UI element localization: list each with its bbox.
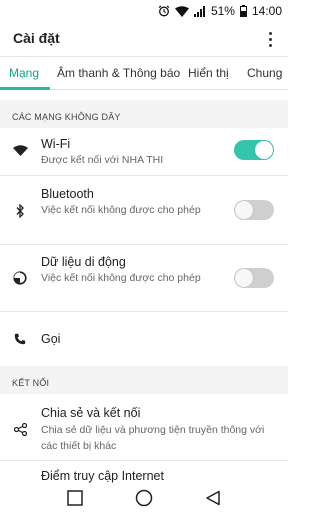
recents-square-icon[interactable] xyxy=(64,487,86,509)
section-header-connect: KẾT NỐI xyxy=(0,366,288,394)
active-tab-indicator xyxy=(0,87,50,90)
bluetooth-label: Bluetooth xyxy=(41,187,94,201)
wifi-status-text: Được kết nối với NHA THI xyxy=(41,154,164,166)
share-connect-label: Chia sẻ và kết nối xyxy=(41,406,141,420)
data-usage-icon xyxy=(12,270,28,286)
back-triangle-icon[interactable] xyxy=(202,487,224,509)
battery-icon xyxy=(239,5,247,17)
tab-general[interactable]: Chung xyxy=(247,66,282,80)
wifi-setting-row[interactable]: Wi-Fi Được kết nối với NHA THI xyxy=(0,128,288,176)
alarm-icon xyxy=(158,5,170,17)
mobile-data-label: Dữ liệu di động xyxy=(41,255,126,269)
mobile-data-setting-row[interactable]: Dữ liệu di động Việc kết nối không được … xyxy=(0,245,288,312)
bluetooth-icon xyxy=(12,203,28,219)
mobile-data-toggle[interactable] xyxy=(234,268,274,288)
share-connect-setting-row[interactable]: Chia sẻ và kết nối Chia sẻ dữ liệu và ph… xyxy=(0,394,288,461)
navigation-bar xyxy=(0,484,288,512)
share-connect-description: Chia sẻ dữ liệu và phương tiện truyền th… xyxy=(41,424,265,452)
tab-bar: Mạng Âm thanh & Thông báo Hiển thị Chung xyxy=(0,56,288,90)
share-icon xyxy=(12,421,28,437)
tab-display[interactable]: Hiển thị xyxy=(188,66,229,80)
page-title: Cài đặt xyxy=(13,30,60,46)
wifi-label: Wi-Fi xyxy=(41,137,71,151)
hotspot-setting-row[interactable]: Điểm truy cập Internet xyxy=(0,461,288,484)
hotspot-label: Điểm truy cập Internet xyxy=(41,469,164,483)
home-circle-icon[interactable] xyxy=(133,487,155,509)
app-bar: Cài đặt xyxy=(0,22,288,56)
signal-icon xyxy=(193,5,206,17)
wifi-icon xyxy=(12,142,28,158)
clock: 14:00 xyxy=(251,4,282,18)
bluetooth-setting-row[interactable]: Bluetooth Việc kết nối không được cho ph… xyxy=(0,176,288,245)
section-header-wireless: CÁC MẠNG KHÔNG DÂY xyxy=(0,100,288,128)
bluetooth-toggle[interactable] xyxy=(234,200,274,220)
phone-icon xyxy=(12,331,28,347)
call-label: Gọi xyxy=(41,332,61,346)
wifi-toggle[interactable] xyxy=(234,140,274,160)
tab-network[interactable]: Mạng xyxy=(9,66,39,80)
battery-percent: 51% xyxy=(210,4,235,18)
more-vert-icon[interactable] xyxy=(262,28,278,50)
bluetooth-status-text: Việc kết nối không được cho phép xyxy=(41,204,201,216)
tab-sound-notifications[interactable]: Âm thanh & Thông báo xyxy=(57,66,180,80)
wifi-status-icon xyxy=(174,5,189,17)
status-bar: 51% 14:00 xyxy=(0,0,288,22)
call-setting-row[interactable]: Gọi xyxy=(0,312,288,366)
mobile-data-status-text: Việc kết nối không được cho phép xyxy=(41,272,201,284)
